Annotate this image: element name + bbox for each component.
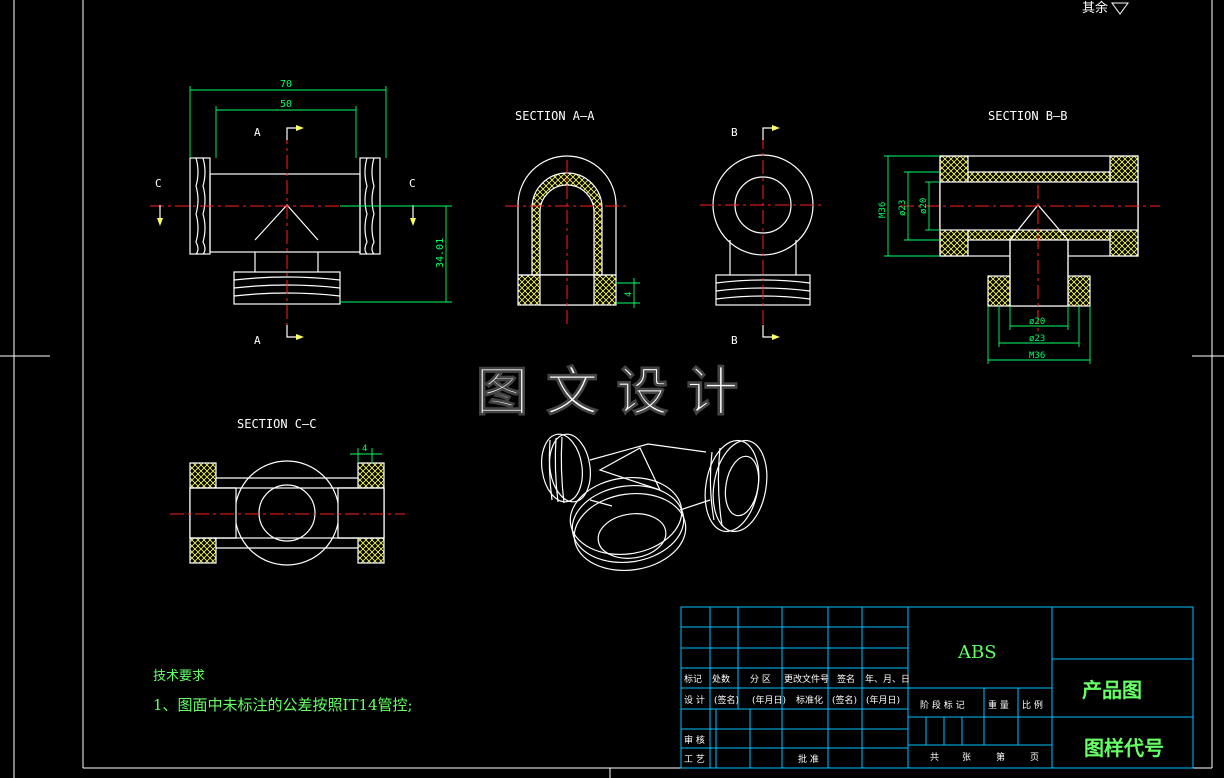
cut-label-b-top: B (731, 126, 738, 139)
cut-label-c-left: C (155, 177, 162, 190)
tb-header-date: 年、月、日 (865, 673, 910, 685)
tb-header-zone: 分 区 (750, 674, 771, 685)
dim-height: 34.01 (435, 238, 446, 268)
section-cc-dim: 4 (362, 444, 367, 454)
section-aa-view: SECTION A–A 4 (505, 109, 640, 328)
tb-std-date: (年月日) (866, 694, 900, 706)
tb-standardization: 标准化 (796, 694, 823, 706)
roughness-symbol-icon (1111, 2, 1129, 15)
watermark: 图 文 设 计 (476, 362, 738, 423)
tb-reviewer: 审 核 (684, 734, 705, 746)
section-aa-title: SECTION A–A (515, 109, 595, 123)
tb-header-mark: 标记 (684, 673, 702, 685)
tb-design: 设 计 (684, 694, 705, 706)
cut-label-b-bottom: B (731, 334, 738, 347)
roughness-note: 其余 (1082, 0, 1108, 16)
tb-header-sign: 签名 (837, 673, 855, 685)
cad-drawing-sheet: { "corner_text": "其余", "views": { "front… (0, 0, 1224, 778)
tb-approve: 批 准 (798, 753, 819, 765)
dim-d23-vertical: ø23 (898, 200, 908, 216)
section-bb-title: SECTION B–B (988, 109, 1067, 123)
cut-label-a-bottom: A (254, 334, 261, 347)
drawing-type-label: 产品图 (1082, 678, 1142, 702)
dim-m36-vertical: M36 (878, 202, 888, 218)
tb-page-unit: 页 (1030, 752, 1039, 763)
dim-overall-width: 70 (280, 79, 292, 90)
tb-sheet-no: 第 (996, 751, 1005, 763)
tb-sheets-total: 共 (930, 752, 939, 763)
dim-d20-vertical: ø20 (919, 198, 929, 214)
dim-d20-horizontal: ø20 (1029, 317, 1045, 327)
tb-header-count: 处数 (712, 673, 730, 685)
section-cc-view: SECTION C–C 4 (170, 417, 405, 566)
cut-label-a-top: A (254, 126, 261, 139)
material-label: ABS (957, 642, 997, 663)
isometric-view (541, 433, 768, 572)
tech-requirements-heading: 技术要求 (153, 669, 205, 684)
tech-requirements-item-1: 1、图面中未标注的公差按照IT14管控; (153, 696, 413, 714)
tb-std-sign: (签名) (832, 694, 857, 706)
section-bb-view: SECTION B–B M36 ø23 ø20 ø20 ø23 M36 (878, 109, 1160, 364)
dim-d23-horizontal: ø23 (1029, 334, 1045, 344)
tb-scale: 比 例 (1022, 699, 1043, 711)
section-cc-title: SECTION C–C (237, 417, 316, 431)
tb-design-date: (年月日) (752, 694, 786, 706)
cut-label-c-right: C (409, 177, 416, 190)
front-view: A A C C 70 50 34.01 (150, 79, 452, 347)
drawing-canvas: 其余 A A C C 70 50 34.01 SECTION A–A 4 B B… (0, 0, 1224, 778)
drawing-code-label: 图样代号 (1084, 736, 1164, 760)
tb-design-sign: (签名) (714, 694, 739, 706)
dim-m36-horizontal: M36 (1029, 351, 1045, 361)
tb-stage-mark: 阶 段 标 记 (920, 699, 965, 711)
tb-sheets-unit: 张 (962, 752, 971, 763)
dim-inner-width: 50 (280, 99, 292, 110)
tb-process: 工 艺 (684, 754, 705, 765)
side-view: B B (700, 125, 825, 347)
section-aa-dim: 4 (624, 292, 634, 297)
tb-weight: 重 量 (988, 699, 1009, 711)
tb-header-change-doc: 更改文件号 (784, 673, 829, 685)
